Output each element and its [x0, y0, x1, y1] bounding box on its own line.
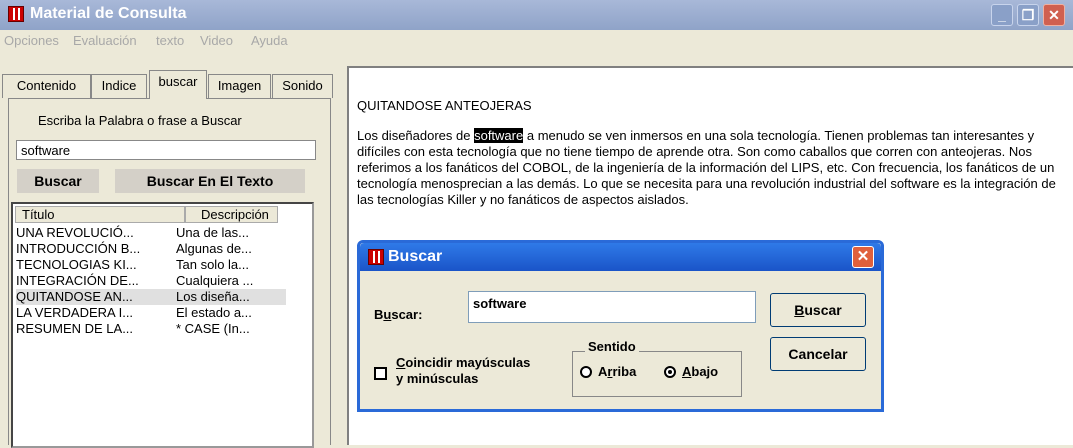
- tab-imagen[interactable]: Imagen: [208, 74, 271, 98]
- row-description: Una de las...: [176, 225, 249, 240]
- row-title: INTRODUCCIÓN B...: [16, 241, 141, 256]
- minimize-icon: _: [998, 7, 1006, 23]
- row-description: Los diseña...: [176, 289, 250, 304]
- column-header-titulo[interactable]: Título: [15, 206, 185, 223]
- find-label: Buscar:: [374, 307, 423, 322]
- menu-bar: Opciones Evaluación texto Video Ayuda: [0, 30, 1073, 50]
- row-description: * CASE (In...: [176, 321, 250, 336]
- column-header-descripcion[interactable]: Descripción: [185, 206, 278, 223]
- row-title: UNA REVOLUCIÓ...: [16, 225, 134, 240]
- document-title: QUITANDOSE ANTEOJERAS: [357, 98, 532, 113]
- dialog-title-bar: Buscar ✕: [360, 243, 881, 271]
- buscar-button[interactable]: Buscar: [17, 169, 99, 193]
- title-bar: Material de Consulta _ ❐ ✕: [0, 0, 1073, 30]
- menu-ayuda[interactable]: Ayuda: [251, 33, 288, 48]
- table-row[interactable]: INTRODUCCIÓN B... Algunas de...: [16, 241, 286, 257]
- find-dialog: Buscar ✕ Buscar: software Buscar Cancela…: [357, 240, 884, 412]
- table-row[interactable]: QUITANDOSE AN... Los diseña...: [16, 289, 286, 305]
- document-body: Los diseñadores de software a menudo se …: [357, 128, 1057, 208]
- row-title: TECNOLOGIAS KI...: [16, 257, 137, 272]
- dialog-close-button[interactable]: ✕: [852, 246, 874, 268]
- row-description: Algunas de...: [176, 241, 252, 256]
- find-input[interactable]: software: [468, 291, 756, 323]
- row-description: Cualquiera ...: [176, 273, 254, 288]
- row-title: LA VERDADERA I...: [16, 305, 134, 320]
- menu-opciones[interactable]: Opciones: [4, 33, 59, 48]
- tab-indice[interactable]: Indice: [91, 74, 147, 98]
- radio-down[interactable]: [664, 366, 676, 378]
- table-row[interactable]: INTEGRACIÓN DE... Cualquiera ...: [16, 273, 286, 289]
- maximize-button[interactable]: ❐: [1017, 4, 1039, 26]
- table-row[interactable]: LA VERDADERA I... El estado a...: [16, 305, 286, 321]
- table-row[interactable]: UNA REVOLUCIÓ... Una de las...: [16, 225, 286, 241]
- radio-down-label: Abajo: [682, 364, 719, 379]
- close-button[interactable]: ✕: [1043, 4, 1065, 26]
- search-tab-page: Escriba la Palabra o frase a Buscar soft…: [8, 98, 331, 448]
- row-title: QUITANDOSE AN...: [16, 289, 133, 304]
- minimize-button[interactable]: _: [991, 4, 1013, 26]
- search-input[interactable]: software: [16, 140, 316, 160]
- row-title: INTEGRACIÓN DE...: [16, 273, 139, 288]
- restore-icon: ❐: [1021, 7, 1035, 23]
- tab-contenido[interactable]: Contenido: [2, 74, 91, 98]
- match-case-label: Coincidir mayúsculas y minúsculas: [396, 355, 531, 386]
- document-text-start: Los diseñadores de: [357, 128, 475, 143]
- menu-evaluacion[interactable]: Evaluación: [73, 33, 137, 48]
- menu-video[interactable]: Video: [200, 33, 233, 48]
- close-icon: ✕: [1048, 7, 1060, 23]
- table-row[interactable]: TECNOLOGIAS KI... Tan solo la...: [16, 257, 286, 273]
- row-title: RESUMEN DE LA...: [16, 321, 134, 336]
- dialog-app-icon: [368, 249, 384, 265]
- results-list[interactable]: Título Descripción UNA REVOLUCIÓ... Una d…: [11, 202, 314, 448]
- cancel-button[interactable]: Cancelar: [770, 337, 866, 371]
- radio-up-label: Arriba: [598, 364, 637, 379]
- direction-legend: Sentido: [585, 339, 639, 354]
- tab-sonido[interactable]: Sonido: [272, 74, 333, 98]
- row-description: El estado a...: [176, 305, 252, 320]
- menu-texto[interactable]: texto: [156, 33, 184, 48]
- buscar-en-texto-button[interactable]: Buscar En El Texto: [115, 169, 305, 193]
- row-description: Tan solo la...: [176, 257, 249, 272]
- tab-buscar[interactable]: buscar: [149, 70, 207, 99]
- app-icon: [8, 6, 24, 22]
- close-icon: ✕: [856, 248, 870, 265]
- search-highlight: software: [474, 128, 524, 143]
- match-case-checkbox[interactable]: [374, 367, 387, 380]
- dialog-title: Buscar: [388, 248, 443, 265]
- table-row[interactable]: RESUMEN DE LA... * CASE (In...: [16, 321, 286, 337]
- window-title: Material de Consulta: [30, 5, 187, 22]
- search-prompt: Escriba la Palabra o frase a Buscar: [38, 113, 242, 128]
- radio-up[interactable]: [580, 366, 592, 378]
- find-button[interactable]: Buscar: [770, 293, 866, 327]
